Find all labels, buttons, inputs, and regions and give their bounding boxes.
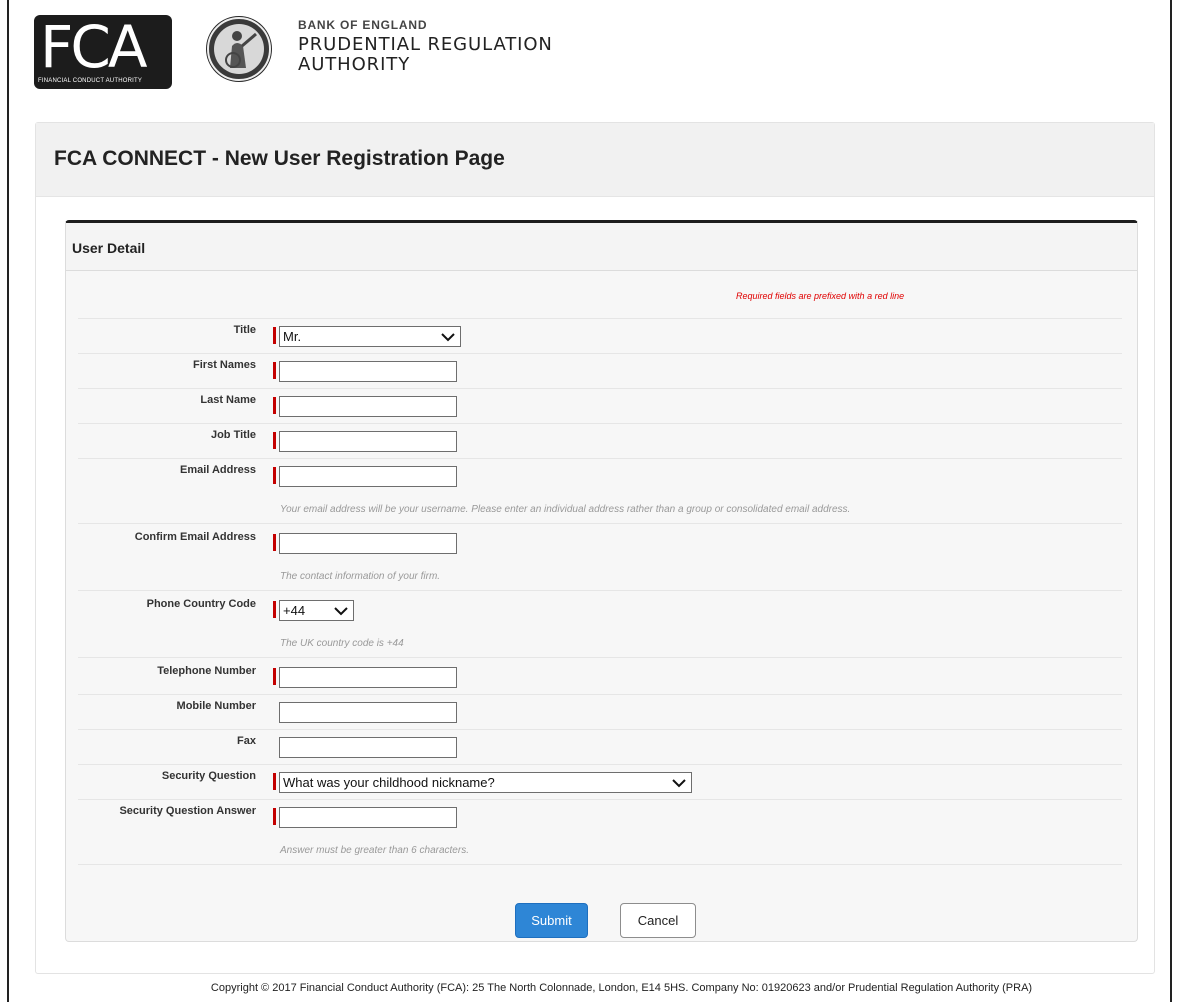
fca-logo[interactable]: FCA FINANCIAL CONDUCT AUTHORITY	[34, 15, 172, 89]
site-header: FCA FINANCIAL CONDUCT AUTHORITY BANK OF …	[0, 0, 1177, 110]
pra-line-2: PRUDENTIAL REGULATION	[298, 34, 553, 55]
phone-country-code-help-text: The UK country code is +44	[280, 638, 404, 649]
required-marker	[273, 327, 276, 344]
pra-logo-text: BANK OF ENGLAND PRUDENTIAL REGULATION AU…	[298, 19, 553, 74]
chevron-down-icon	[672, 779, 686, 788]
security-answer-label: Security Question Answer	[119, 805, 256, 817]
submit-button[interactable]: Submit	[515, 903, 588, 938]
row-divider	[78, 590, 1122, 591]
telephone-label: Telephone Number	[157, 665, 256, 677]
phone-country-code-label: Phone Country Code	[146, 598, 256, 610]
required-fields-note: Required fields are prefixed with a red …	[736, 291, 905, 301]
window-frame-left	[7, 0, 9, 1002]
security-question-label: Security Question	[161, 770, 256, 782]
chevron-down-icon	[334, 607, 348, 616]
confirm-email-help-text: The contact information of your firm.	[280, 571, 441, 582]
job-title-label: Job Title	[210, 429, 256, 441]
mobile-label: Mobile Number	[176, 700, 256, 712]
required-marker	[273, 534, 276, 551]
row-divider	[78, 799, 1122, 800]
mobile-input[interactable]	[279, 702, 457, 723]
row-divider	[78, 423, 1122, 424]
email-label: Email Address	[179, 464, 256, 476]
row-divider	[78, 353, 1122, 354]
user-detail-title: User Detail	[72, 240, 146, 256]
required-marker	[273, 773, 276, 790]
required-marker	[273, 432, 276, 449]
row-divider	[78, 318, 1122, 319]
required-marker	[273, 467, 276, 484]
confirm-email-label: Confirm Email Address	[134, 531, 256, 543]
user-detail-header: User Detail	[66, 223, 1137, 271]
row-divider	[78, 458, 1122, 459]
job-title-input[interactable]	[279, 431, 457, 452]
fca-logo-text: FCA	[40, 15, 148, 81]
required-marker	[273, 397, 276, 414]
last-name-label: Last Name	[200, 394, 256, 406]
first-names-label: First Names	[193, 359, 256, 371]
row-divider	[78, 864, 1122, 865]
fax-label: Fax	[237, 735, 256, 747]
phone-country-code-value: +44	[283, 603, 306, 618]
fax-input[interactable]	[279, 737, 457, 758]
row-divider	[78, 764, 1122, 765]
email-input[interactable]	[279, 466, 457, 487]
title-select[interactable]: Mr.	[279, 326, 461, 347]
page-header: FCA CONNECT - New User Registration Page	[36, 123, 1154, 197]
confirm-email-input[interactable]	[279, 533, 457, 554]
last-name-input[interactable]	[279, 396, 457, 417]
user-detail-panel: User Detail Required fields are prefixed…	[65, 220, 1138, 942]
first-names-input[interactable]	[279, 361, 457, 382]
pra-line-1: BANK OF ENGLAND	[298, 18, 428, 32]
pra-line-3: AUTHORITY	[298, 54, 411, 75]
chevron-down-icon	[441, 333, 455, 342]
email-help-text: Your email address will be your username…	[280, 504, 851, 515]
phone-country-code-select[interactable]: +44	[279, 600, 354, 621]
row-divider	[78, 523, 1122, 524]
required-marker	[273, 668, 276, 685]
required-marker	[273, 601, 276, 618]
bank-of-england-seal-icon	[206, 16, 272, 82]
row-divider	[78, 694, 1122, 695]
row-divider	[78, 729, 1122, 730]
title-label: Title	[233, 324, 256, 336]
required-marker	[273, 362, 276, 379]
window-frame-right	[1170, 0, 1172, 1002]
telephone-input[interactable]	[279, 667, 457, 688]
security-answer-input[interactable]	[279, 807, 457, 828]
title-select-value: Mr.	[283, 329, 302, 344]
row-divider	[78, 657, 1122, 658]
fca-logo-subtext: FINANCIAL CONDUCT AUTHORITY	[38, 78, 143, 84]
required-marker	[273, 808, 276, 825]
security-answer-help-text: Answer must be greater than 6 characters…	[280, 845, 469, 856]
main-panel: FCA CONNECT - New User Registration Page…	[35, 122, 1155, 974]
row-divider	[78, 388, 1122, 389]
cancel-button[interactable]: Cancel	[620, 903, 696, 938]
page-title: FCA CONNECT - New User Registration Page	[54, 147, 505, 170]
security-question-value: What was your childhood nickname?	[283, 775, 495, 790]
security-question-select[interactable]: What was your childhood nickname?	[279, 772, 692, 793]
footer-copyright: Copyright © 2017 Financial Conduct Autho…	[210, 982, 1033, 994]
